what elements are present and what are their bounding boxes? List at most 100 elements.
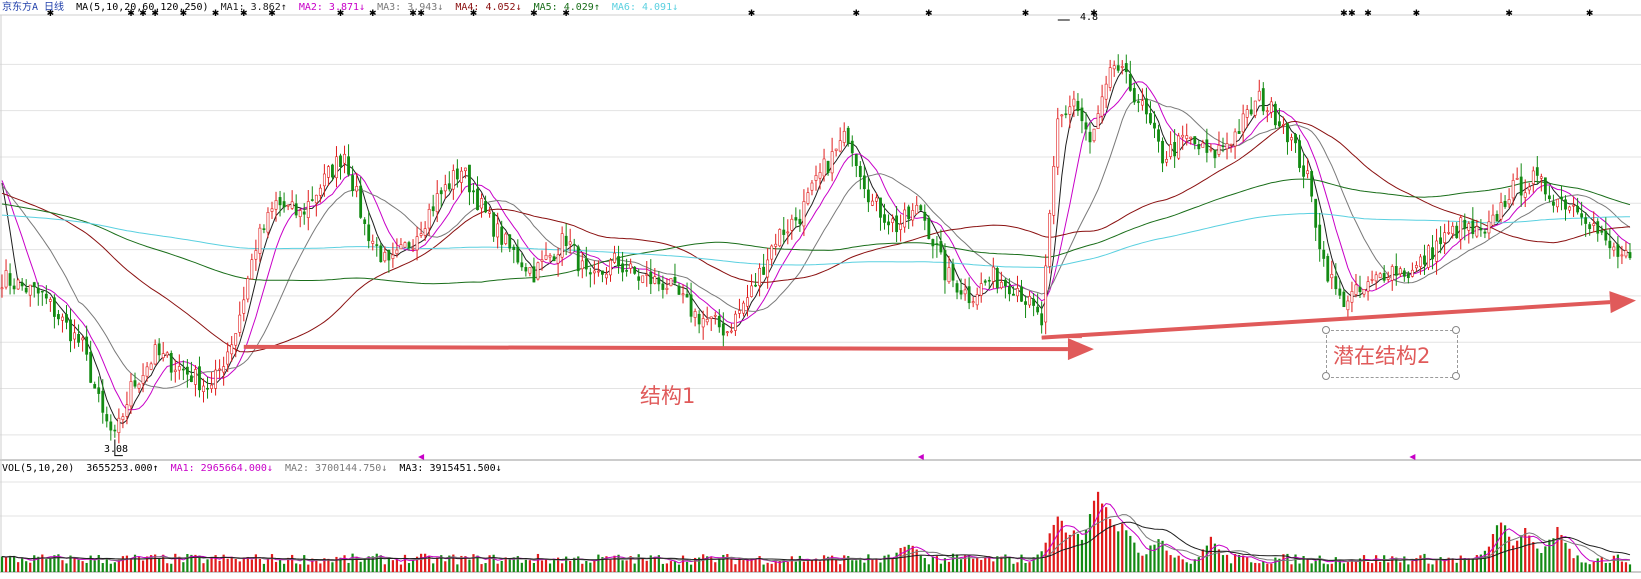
candle-body <box>641 275 645 283</box>
candle-body <box>69 319 72 342</box>
candle-body <box>693 311 697 318</box>
candle-body <box>61 316 64 321</box>
candle-body <box>1314 198 1318 228</box>
volume-bar <box>206 559 209 572</box>
candle-body <box>1572 204 1575 207</box>
volume-bar <box>536 553 540 572</box>
candle-body <box>230 344 234 355</box>
volume-bar <box>496 563 499 572</box>
candle-body <box>971 301 975 304</box>
candle-body <box>1229 143 1233 146</box>
volume-bar <box>1189 563 1192 572</box>
candle-body <box>778 229 782 247</box>
event-marker: ✱ <box>1340 9 1348 19</box>
volume-bar <box>585 560 588 572</box>
candle-body <box>1326 256 1330 282</box>
candle-body <box>137 383 141 389</box>
volume-bar <box>282 563 286 572</box>
candle-body <box>1419 256 1422 267</box>
candle-body <box>194 369 197 385</box>
candle-body <box>351 175 355 192</box>
candle-body <box>1116 65 1120 71</box>
candle-body <box>1507 199 1511 205</box>
candle-body <box>1032 298 1036 306</box>
candle-body <box>32 282 36 288</box>
volume-bar <box>383 564 386 572</box>
volume-bar <box>1233 554 1237 572</box>
low-price-label: 3.08 <box>104 444 129 455</box>
candle-body <box>1185 135 1189 139</box>
volume-bar <box>391 560 394 572</box>
volume-bar <box>887 554 890 572</box>
volume-bar <box>1471 558 1474 572</box>
structure1-label: 结构1 <box>640 384 696 408</box>
candle-body <box>613 252 616 263</box>
candle-body <box>1600 230 1604 233</box>
candle-body <box>1012 293 1015 296</box>
candle-body <box>1233 131 1237 147</box>
candle-body <box>306 201 310 218</box>
candle-body <box>738 310 741 314</box>
candle-body <box>1378 273 1382 278</box>
candle-body <box>1237 131 1241 134</box>
candle-body <box>1467 223 1471 231</box>
volume-bar <box>270 554 274 572</box>
candle-body <box>605 273 608 279</box>
candle-body <box>250 259 254 280</box>
candle-body <box>1016 288 1019 297</box>
textbox-handle-tl[interactable] <box>1322 326 1330 334</box>
textbox-handle-br[interactable] <box>1452 372 1460 380</box>
candle-body <box>1145 98 1148 115</box>
volume-bar <box>1427 563 1430 572</box>
candlestick-chart[interactable]: ✱ ✱ ✱ ✱ ✱ ✱ ✱ ✱ ✱ ✱ ✱ ✱ ✱ ✱ ✱ ✱ ✱ ✱ ✱ ✱ ✱ ✱ ✱ ✱ ✱ ✱ <box>0 0 1641 579</box>
candle-body <box>290 201 294 209</box>
textbox-handle-bl[interactable] <box>1322 372 1330 380</box>
candle-body <box>1342 291 1346 308</box>
volume-bar <box>1056 516 1059 572</box>
volume-bar <box>1258 563 1261 572</box>
candle-body <box>806 192 810 204</box>
vol-ma2-value: MA2: 3700144.750↓ <box>284 463 388 474</box>
volume-bar <box>45 559 48 572</box>
volume-bar <box>818 561 822 572</box>
volume-bar <box>73 557 76 572</box>
volume-bar <box>669 561 673 572</box>
candle-body <box>1366 281 1370 292</box>
candle-body <box>331 164 334 178</box>
candle-body <box>1451 225 1455 235</box>
candle-body <box>786 231 790 234</box>
volume-bar <box>113 562 116 572</box>
candle-body <box>399 244 403 250</box>
candle-body <box>1068 106 1072 115</box>
candle-body <box>895 215 899 233</box>
candle-body <box>1552 201 1555 206</box>
candle-body <box>415 236 419 251</box>
candle-body <box>802 201 806 227</box>
candle-body <box>1515 178 1519 180</box>
candle-body <box>1261 88 1265 112</box>
volume-bar <box>939 563 943 572</box>
candle-body <box>1338 288 1342 296</box>
candle-body <box>101 390 105 413</box>
candle-body <box>822 158 826 177</box>
volume-bar <box>1379 561 1382 572</box>
volume-bar <box>1121 523 1124 572</box>
volume-bar <box>1576 555 1579 572</box>
candle-body <box>181 368 185 371</box>
candle-body <box>189 375 193 382</box>
candle-body <box>262 228 266 230</box>
candle-body <box>1132 88 1136 103</box>
candle-body <box>310 199 314 201</box>
candle-body <box>1580 213 1584 218</box>
candle-body <box>234 333 238 346</box>
candle-body <box>560 233 564 258</box>
volume-bar <box>1616 554 1620 572</box>
textbox-handle-tr[interactable] <box>1452 326 1460 334</box>
volume-bar <box>1072 530 1076 572</box>
event-marker: ✱ <box>1364 9 1372 19</box>
volume-bar <box>395 559 399 572</box>
triangle-marker <box>418 454 425 460</box>
volume-bar <box>1290 564 1293 572</box>
candle-body <box>1616 244 1620 257</box>
volume-bar <box>1608 562 1611 572</box>
